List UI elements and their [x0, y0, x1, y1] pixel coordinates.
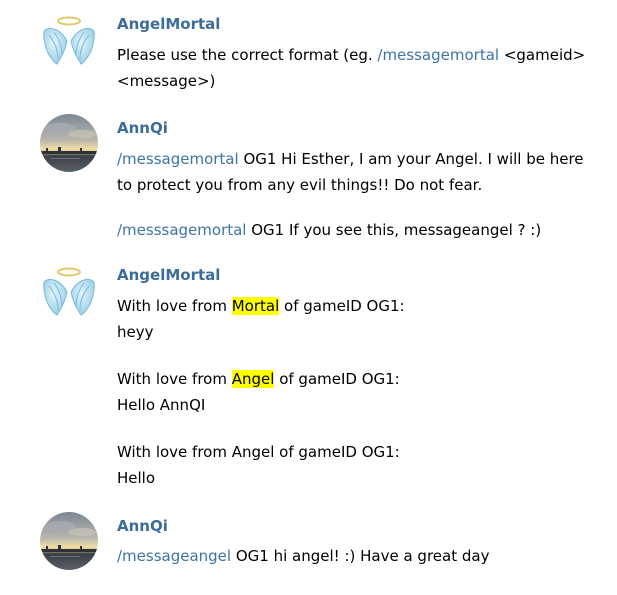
message-text: of gameID OG1: — [279, 297, 405, 315]
message-text: Please use the correct format (eg. — [117, 46, 378, 64]
message-line: With love from Angel of gameID OG1: — [117, 443, 400, 461]
message-text: With love from — [117, 297, 232, 315]
message-line: With love from Mortal of gameID OG1: — [117, 293, 405, 319]
message-text: of gameID OG1: — [274, 370, 400, 388]
message-text: OG1 If you see this, messageangel ? :) — [246, 221, 542, 239]
command-link[interactable]: /messsagemortal — [117, 221, 246, 239]
command-link[interactable]: /messagemortal — [117, 150, 239, 168]
message-line: Hello AnnQI — [117, 396, 206, 414]
message-line: Hello — [117, 469, 156, 487]
sender-name[interactable]: AnnQi — [117, 118, 168, 138]
message-line: Please use the correct format (eg. /mess… — [117, 42, 585, 68]
message-line: to protect you from any evil things!! Do… — [117, 176, 483, 194]
angel-wings-icon[interactable] — [40, 262, 98, 320]
command-link[interactable]: /messageangel — [117, 547, 231, 565]
sender-name[interactable]: AnnQi — [117, 516, 168, 536]
message-line: heyy — [117, 323, 154, 341]
message-line: /messsagemortal OG1 If you see this, mes… — [117, 217, 541, 243]
message-text: OG1 hi angel! :) Have a great day — [231, 547, 490, 565]
sunset-photo-avatar[interactable] — [40, 512, 98, 570]
message-text: With love from — [117, 370, 232, 388]
message-text: <gameid> — [499, 46, 586, 64]
message-line: <message>) — [117, 72, 216, 90]
highlighted-word: Mortal — [231, 297, 280, 315]
sunset-photo-avatar[interactable] — [40, 114, 98, 172]
message-line: With love from Angel of gameID OG1: — [117, 366, 400, 392]
highlighted-word: Angel — [231, 370, 275, 388]
angel-wings-icon[interactable] — [40, 11, 98, 69]
message-text: OG1 Hi Esther, I am your Angel. I will b… — [238, 150, 584, 168]
command-link[interactable]: /messagemortal — [377, 46, 499, 64]
sender-name[interactable]: AngelMortal — [117, 14, 220, 34]
message-line: /messageangel OG1 hi angel! :) Have a gr… — [117, 543, 489, 569]
message-line: /messagemortal OG1 Hi Esther, I am your … — [117, 146, 584, 172]
sender-name[interactable]: AngelMortal — [117, 265, 220, 285]
